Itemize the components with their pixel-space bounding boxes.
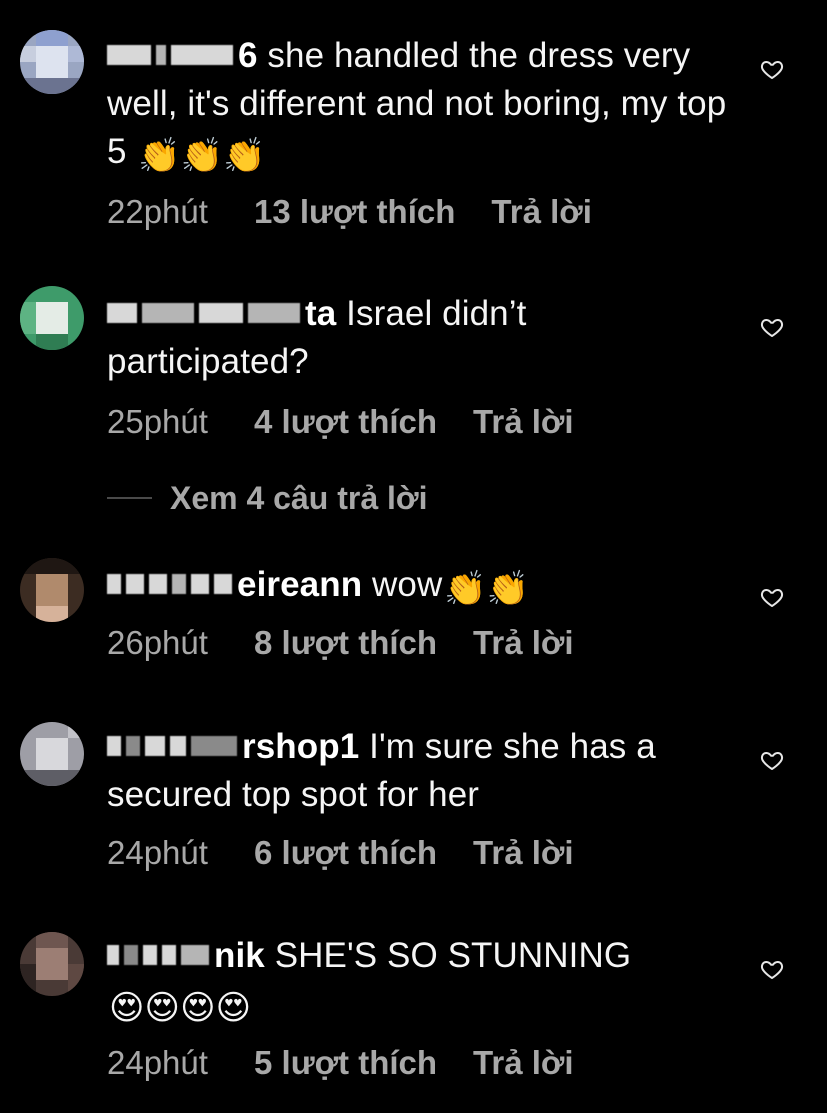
comment-time: 24phút (107, 834, 208, 871)
heart-outline-icon[interactable] (760, 585, 784, 609)
avatar[interactable] (20, 558, 84, 622)
view-replies-button[interactable]: Xem 4 câu trả lời (107, 478, 428, 518)
username[interactable]: ta (107, 294, 336, 333)
avatar[interactable] (20, 932, 84, 996)
like-count[interactable]: 13 lượt thích (254, 192, 455, 232)
avatar[interactable] (20, 722, 84, 786)
comment-body: wow (372, 565, 443, 604)
comment-text: eireann wow👏👏 (107, 561, 737, 609)
username[interactable]: rshop1 (107, 727, 359, 766)
comment-time: 25phút (107, 403, 208, 440)
comment-time: 24phút (107, 1044, 208, 1081)
comment-meta: 24phút 5 lượt thích Trả lời (107, 1043, 574, 1083)
comment-meta: 22phút 13 lượt thích Trả lời (107, 192, 592, 232)
comment-text: rshop1 I'm sure she has a secured top sp… (107, 723, 737, 819)
like-count[interactable]: 6 lượt thích (254, 833, 437, 873)
reply-button[interactable]: Trả lời (491, 192, 592, 232)
comment-time: 26phút (107, 624, 208, 661)
comment-meta: 24phút 6 lượt thích Trả lời (107, 833, 574, 873)
comment-text: nik SHE'S SO STUNNING 😍😍😍😍 (107, 932, 737, 1028)
clap-emoji: 👏👏👏 (138, 137, 266, 175)
comment-body: SHE'S SO STUNNING (274, 936, 632, 975)
comment-time: 22phút (107, 193, 208, 230)
like-count[interactable]: 8 lượt thích (254, 623, 437, 663)
comment-text: 6 she handled the dress very well, it's … (107, 32, 737, 176)
comment-meta: 26phút 8 lượt thích Trả lời (107, 623, 574, 663)
divider-line (107, 497, 152, 499)
username[interactable]: 6 (107, 36, 258, 75)
heart-outline-icon[interactable] (760, 748, 784, 772)
reply-button[interactable]: Trả lời (473, 1043, 574, 1083)
like-count[interactable]: 5 lượt thích (254, 1043, 437, 1083)
reply-button[interactable]: Trả lời (473, 833, 574, 873)
clap-emoji: 👏👏 (444, 570, 530, 608)
comment-meta: 25phút 4 lượt thích Trả lời (107, 402, 574, 442)
heart-outline-icon[interactable] (760, 957, 784, 981)
reply-button[interactable]: Trả lời (473, 623, 574, 663)
like-count[interactable]: 4 lượt thích (254, 402, 437, 442)
comment-text: ta Israel didn’t participated? (107, 290, 737, 386)
avatar[interactable] (20, 286, 84, 350)
avatar[interactable] (20, 30, 84, 94)
heart-outline-icon[interactable] (760, 57, 784, 81)
heart-outline-icon[interactable] (760, 315, 784, 339)
username[interactable]: nik (107, 936, 265, 975)
reply-button[interactable]: Trả lời (473, 402, 574, 442)
username[interactable]: eireann (107, 565, 362, 604)
heart-eyes-emoji: 😍😍😍😍 (109, 989, 252, 1027)
